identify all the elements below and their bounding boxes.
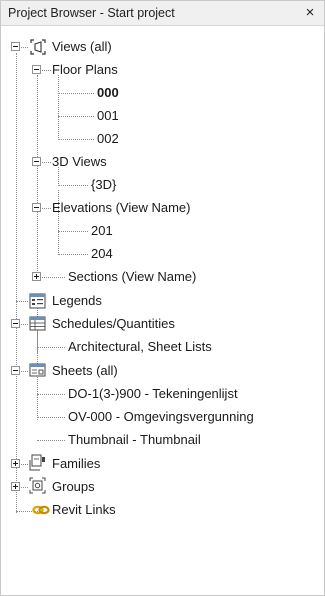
tree-node-elevation-201[interactable]: 201 [91,219,113,242]
tree-connector [37,75,38,279]
expand-families-toggle[interactable] [11,459,20,468]
tree-node-elevation-204[interactable]: 204 [91,242,113,265]
tree-connector [58,93,94,94]
tree-connector [58,75,59,138]
tree-node-3d-views[interactable]: 3D Views [52,150,107,173]
tree-node-schedule-architectural[interactable]: Architectural, Sheet Lists [68,335,212,358]
tree-connector [37,394,65,395]
families-icon [29,454,45,471]
tree-connector [16,53,17,513]
tree-connector [16,301,28,302]
tree-connector [37,277,65,278]
expand-sections-toggle[interactable] [32,272,41,281]
tree-node-floor-plans[interactable]: Floor Plans [52,58,118,81]
tree-connector [58,254,88,255]
tree-node-sheets[interactable]: Sheets (all) [52,359,118,382]
groups-icon [29,477,46,494]
tree-node-families[interactable]: Families [52,452,100,475]
collapse-3d-views-toggle[interactable] [32,157,41,166]
schedule-icon [29,316,46,331]
tree-node-elevations[interactable]: Elevations (View Name) [52,196,190,219]
collapse-elevations-toggle[interactable] [32,203,41,212]
tree-node-sheet-do-1[interactable]: DO-1(3-)900 - Tekeningenlijst [68,382,238,405]
tree-node-revit-links[interactable]: Revit Links [52,498,116,521]
tree-node-legends[interactable]: Legends [52,289,102,312]
project-browser-panel: Project Browser - Start project × Views … [0,0,325,596]
collapse-floor-plans-toggle[interactable] [32,65,41,74]
collapse-views-toggle[interactable] [11,42,20,51]
legend-icon [29,293,46,309]
tree-node-sheet-thumbnail[interactable]: Thumbnail - Thumbnail [68,428,201,451]
tree-node-floor-plan-001[interactable]: 001 [97,104,119,127]
link-icon [32,505,50,515]
tree-node-sections[interactable]: Sections (View Name) [68,265,196,288]
expand-groups-toggle[interactable] [11,482,20,491]
tree-node-3d-view[interactable]: {3D} [91,173,116,196]
browser-tree: Views (all) Floor Plans 000 001 002 3D V… [1,27,324,595]
tree-connector [58,116,94,117]
collapse-sheets-toggle[interactable] [11,366,20,375]
tree-node-views[interactable]: Views (all) [52,35,112,58]
close-icon[interactable]: × [302,4,318,22]
tree-connector [58,231,88,232]
sheets-icon [29,363,46,377]
tree-node-schedules[interactable]: Schedules/Quantities [52,312,175,335]
tree-node-floor-plan-002[interactable]: 002 [97,127,119,150]
tree-connector [58,139,94,140]
tree-connector [37,347,65,348]
collapse-schedules-toggle[interactable] [11,319,20,328]
tree-connector [37,440,65,441]
tree-node-floor-plan-000[interactable]: 000 [97,81,119,104]
panel-title: Project Browser - Start project [8,6,175,20]
tree-node-groups[interactable]: Groups [52,475,95,498]
title-bar[interactable]: Project Browser - Start project × [1,1,324,26]
tree-node-sheet-ov-000[interactable]: OV-000 - Omgevingsvergunning [68,405,254,428]
tree-connector [37,417,65,418]
tree-connector [58,185,88,186]
views-icon [30,39,46,55]
